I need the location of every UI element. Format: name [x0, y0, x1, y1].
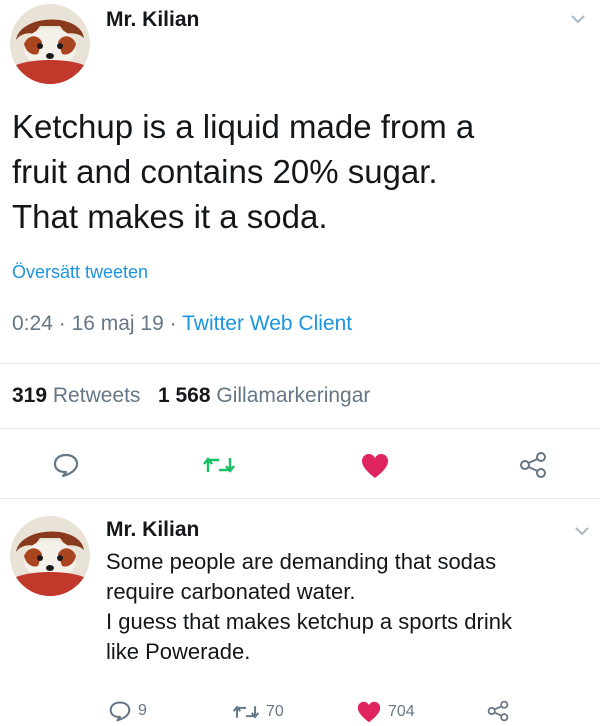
divider [0, 428, 600, 429]
chevron-down-icon[interactable] [574, 526, 590, 536]
tweet-time[interactable]: 0:24 [12, 312, 53, 335]
red-panda-avatar-image [10, 516, 90, 596]
author-avatar[interactable] [10, 4, 90, 84]
tweet-text-line: That makes it a soda. [12, 198, 328, 235]
likes-label: Gillamarkeringar [216, 384, 371, 407]
heart-icon [357, 701, 381, 723]
share-icon [487, 700, 509, 722]
reply-reply-button[interactable]: 9 [108, 700, 147, 722]
client-link[interactable]: Twitter Web Client [182, 312, 352, 335]
translate-tweet-link[interactable]: Översätt tweeten [12, 262, 148, 283]
tweet-text-line: fruit and contains 20% sugar. [12, 153, 438, 190]
chevron-down-icon[interactable] [570, 14, 586, 24]
like-count: 704 [388, 703, 415, 720]
engagement-stats: 319 Retweets 1 568 Gillamarkeringar [12, 384, 370, 408]
separator: · [58, 312, 66, 335]
reply-count: 9 [138, 702, 147, 719]
reply-author-name[interactable]: Mr. Kilian [106, 518, 199, 542]
divider [0, 363, 600, 364]
like-button[interactable] [360, 452, 390, 480]
retweet-arrows-icon [232, 705, 260, 719]
reply-text-line: require carbonated water. [106, 579, 356, 604]
retweet-count: 70 [266, 703, 284, 720]
share-button[interactable] [518, 451, 548, 479]
tweet-date[interactable]: 16 maj 19 [72, 312, 164, 335]
reply-text: Some people are demanding that sodas req… [106, 547, 596, 667]
tweet-text: Ketchup is a liquid made from a fruit an… [12, 104, 582, 239]
heart-icon [362, 454, 388, 478]
reply-button[interactable] [52, 452, 80, 478]
retweets-label: Retweets [52, 384, 141, 407]
speech-bubble-icon [109, 701, 131, 722]
reply-text-line: Some people are demanding that sodas [106, 549, 497, 574]
retweets-stat[interactable]: 319 Retweets [12, 384, 140, 407]
retweets-count: 319 [12, 384, 48, 407]
reply-text-line: I guess that makes ketchup a sports drin… [106, 609, 512, 634]
reply-share-button[interactable] [486, 700, 510, 722]
red-panda-avatar-image [10, 4, 90, 84]
reply-like-button[interactable]: 704 [356, 700, 415, 724]
retweet-arrows-icon [203, 457, 235, 473]
reply-retweet-button[interactable]: 70 [232, 701, 284, 723]
separator: · [169, 312, 177, 335]
reply-author-avatar[interactable] [10, 516, 90, 596]
tweet-text-line: Ketchup is a liquid made from a [12, 108, 475, 145]
likes-count: 1 568 [157, 384, 211, 407]
reply-text-line: like Powerade. [106, 639, 251, 664]
retweet-button[interactable] [202, 452, 236, 478]
divider [0, 498, 600, 499]
speech-bubble-icon [53, 453, 79, 478]
tweet-metadata: 0:24 · 16 maj 19 · Twitter Web Client [12, 312, 352, 336]
author-name[interactable]: Mr. Kilian [106, 8, 199, 32]
share-icon [520, 452, 546, 478]
likes-stat[interactable]: 1 568 Gillamarkeringar [158, 384, 370, 407]
